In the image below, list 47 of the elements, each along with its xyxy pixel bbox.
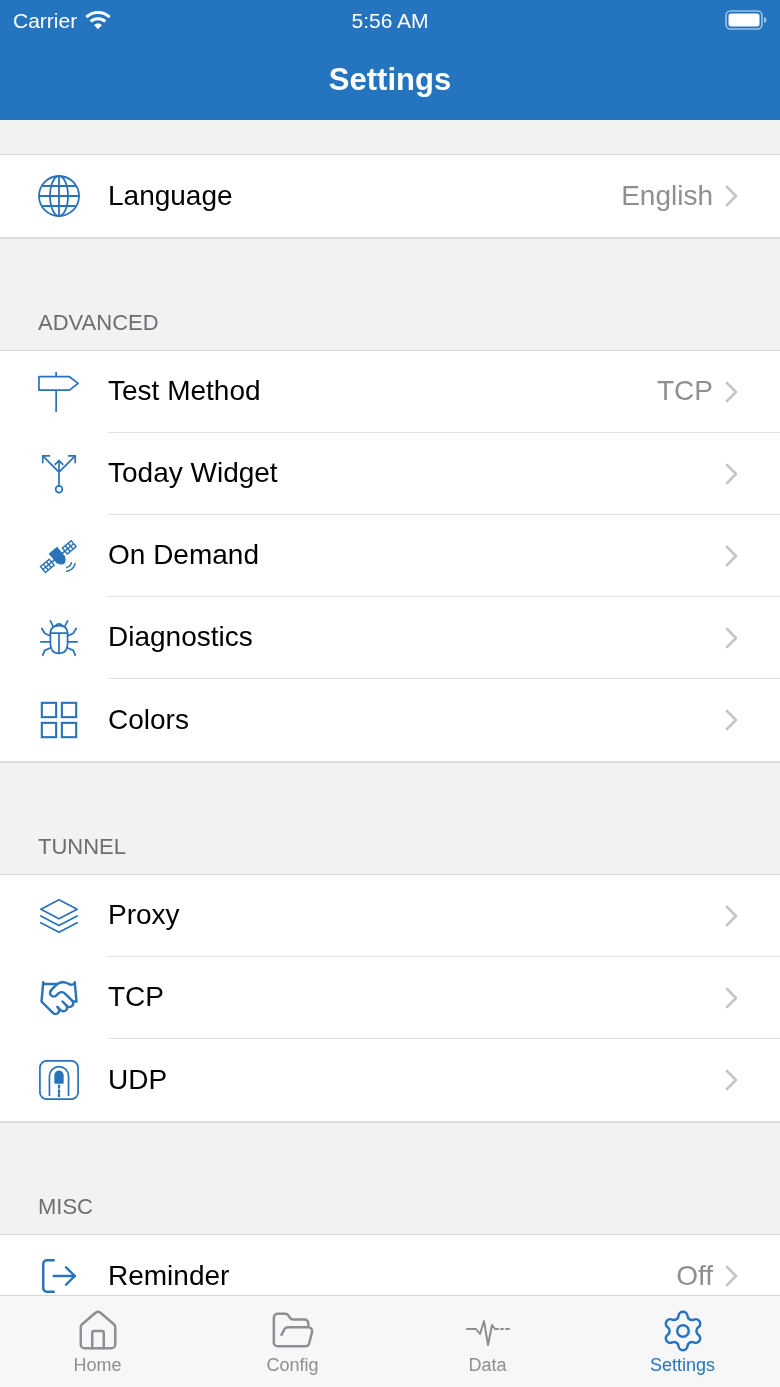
status-time: 5:56 AM (351, 9, 429, 31)
settings-row[interactable]: Diagnostics (0, 597, 780, 679)
chevron-icon (725, 462, 738, 485)
row-value: TCP (657, 375, 713, 408)
settings-row[interactable]: Test Method TCP (0, 351, 780, 433)
chevron-icon (725, 185, 738, 207)
settings-row[interactable]: Language English (0, 155, 780, 237)
carrier-text: Carrier (13, 9, 78, 31)
row-value: Off (676, 1259, 713, 1293)
row-label: Test Method (108, 375, 262, 408)
row-label: Diagnostics (108, 621, 254, 654)
tunnel-icon (38, 1059, 80, 1101)
row-label: UDP (108, 1063, 169, 1097)
row-label: Today Widget (108, 457, 279, 490)
chevron-icon (725, 626, 738, 649)
bug-icon (38, 617, 80, 659)
settings-row[interactable]: TCP (0, 957, 780, 1039)
settings-row[interactable]: Today Widget (0, 433, 780, 515)
chevron-icon (725, 544, 738, 567)
section-header: ADVANCED (38, 310, 159, 335)
row-label: Proxy (108, 899, 181, 932)
row-label: Reminder (108, 1259, 231, 1293)
settings-row[interactable]: Colors (0, 679, 780, 761)
wifi-icon (85, 10, 112, 30)
settings-row[interactable]: UDP (0, 1039, 780, 1121)
nav-title: Settings (328, 62, 452, 98)
chevron-icon (725, 709, 738, 731)
globe-icon (38, 175, 80, 217)
chevron-icon (725, 904, 738, 927)
row-label: Colors (108, 703, 190, 737)
section-header: MISC (38, 1194, 93, 1219)
section-header: TUNNEL (38, 834, 126, 859)
row-label: TCP (108, 981, 165, 1014)
grid-icon (38, 699, 80, 741)
row-label: On Demand (108, 539, 260, 572)
chevron-icon (725, 1069, 738, 1091)
settings-row[interactable]: Reminder Off (0, 1235, 780, 1295)
settings-row[interactable]: On Demand (0, 515, 780, 597)
chevron-icon (725, 1265, 738, 1287)
battery-icon (725, 10, 767, 30)
signpost-icon (38, 371, 80, 413)
row-label: Language (108, 179, 234, 213)
chevron-icon (725, 986, 738, 1009)
tab-item[interactable]: Settings (585, 1296, 780, 1387)
chevron-icon (725, 380, 738, 403)
row-value: English (621, 179, 713, 213)
settings-row[interactable]: Proxy (0, 875, 780, 957)
